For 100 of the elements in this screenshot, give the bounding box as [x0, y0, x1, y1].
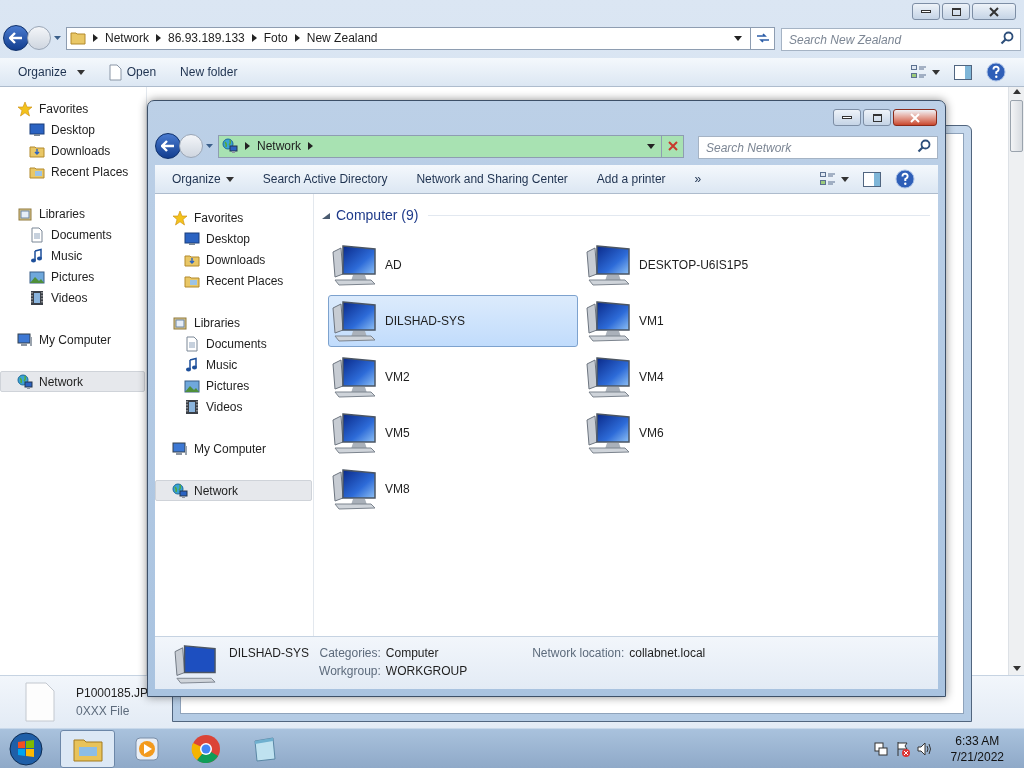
toolbar-button[interactable]: Search Active Directory: [262, 170, 388, 188]
nav-item[interactable]: Favorites: [0, 98, 145, 119]
toolbar-button[interactable]: New folder: [180, 63, 238, 81]
breadcrumb[interactable]: 86.93.189.133: [168, 29, 245, 47]
chevron-icon: [156, 34, 161, 42]
file-type: 0XXX File: [76, 703, 131, 720]
toolbar-button[interactable]: Organize: [172, 170, 234, 188]
property-label: Categories:: [319, 645, 381, 662]
computer-icon: [173, 644, 219, 684]
film-icon: [184, 398, 200, 415]
volume-icon[interactable]: [916, 740, 933, 757]
dropdown-caret-icon[interactable]: [205, 143, 214, 149]
breadcrumb[interactable]: Network: [105, 29, 149, 47]
help-icon[interactable]: [895, 169, 915, 189]
group-heading[interactable]: Computer (9): [336, 205, 419, 226]
dropdown-caret-icon: [76, 69, 85, 75]
nav-item[interactable]: My Computer: [155, 438, 312, 459]
desktop-icon: [184, 230, 200, 247]
clock[interactable]: 6:33 AM 7/21/2022: [950, 732, 1004, 765]
close-button[interactable]: [893, 109, 937, 126]
nav-item[interactable]: My Computer: [0, 329, 145, 350]
search-field[interactable]: Search Network: [698, 136, 938, 159]
view-options-icon[interactable]: [820, 172, 836, 186]
computer-item[interactable]: DILSHAD-SYS: [328, 295, 578, 347]
star-icon: [17, 100, 33, 117]
dropdown-caret-icon[interactable]: [53, 35, 62, 41]
maximize-button[interactable]: [863, 109, 891, 126]
nav-item[interactable]: Desktop: [0, 119, 145, 140]
help-icon[interactable]: [986, 62, 1006, 82]
toolbar-button[interactable]: »: [694, 170, 702, 188]
minimize-button[interactable]: [833, 109, 861, 126]
computer-item[interactable]: VM6: [582, 407, 832, 459]
search-icon: [1000, 30, 1014, 45]
scroll-up-icon[interactable]: [1012, 89, 1021, 94]
computer-icon: [172, 440, 188, 457]
computer-item[interactable]: VM5: [328, 407, 578, 459]
back-button[interactable]: [155, 133, 181, 159]
computer-item[interactable]: VM8: [328, 463, 578, 515]
nav-item[interactable]: Videos: [155, 396, 312, 417]
chevron-icon: [294, 34, 300, 42]
toolbar-button[interactable]: Add a printer: [596, 170, 666, 188]
nav-item[interactable]: Network: [155, 480, 312, 501]
nav-item[interactable]: Videos: [0, 287, 145, 308]
browser-icon: [190, 733, 221, 764]
preview-pane-icon[interactable]: [863, 171, 881, 187]
nav-item[interactable]: Documents: [0, 224, 145, 245]
address-bar[interactable]: Network: [218, 134, 684, 158]
computer-item[interactable]: AD: [328, 239, 578, 291]
computer-icon: [585, 244, 633, 286]
nav-item[interactable]: Recent Places: [155, 270, 312, 291]
computer-item[interactable]: VM4: [582, 351, 832, 403]
nav-item[interactable]: Pictures: [155, 375, 312, 396]
toolbar-button[interactable]: Network and Sharing Center: [416, 170, 568, 188]
windows-logo-icon: [9, 731, 43, 766]
close-icon: [988, 6, 1000, 17]
nav-item[interactable]: Music: [155, 354, 312, 375]
computer-item[interactable]: VM2: [328, 351, 578, 403]
nav-item[interactable]: Downloads: [0, 140, 145, 161]
address-bar[interactable]: Network 86.93.189.133 Foto New Zealand: [66, 26, 775, 50]
action-center-icon[interactable]: [894, 740, 911, 757]
collapse-icon[interactable]: [322, 212, 330, 219]
nav-item[interactable]: Pictures: [0, 266, 145, 287]
start-button[interactable]: [6, 730, 46, 767]
nav-item[interactable]: Libraries: [0, 203, 145, 224]
property-label: Workgroup:: [319, 663, 381, 680]
computer-icon: [585, 300, 633, 342]
taskbar-button[interactable]: [60, 729, 115, 768]
nav-item[interactable]: Recent Places: [0, 161, 145, 182]
refresh-icon[interactable]: [755, 32, 770, 44]
preview-pane-icon[interactable]: [954, 64, 972, 80]
toolbar-button[interactable]: Organize: [18, 63, 85, 81]
breadcrumb[interactable]: Foto: [263, 29, 288, 47]
nav-item[interactable]: Desktop: [155, 228, 312, 249]
file-name: P1000185.JP: [76, 685, 149, 702]
nav-item[interactable]: Favorites: [155, 207, 312, 228]
computer-item[interactable]: VM1: [582, 295, 832, 347]
computer-item[interactable]: DESKTOP-U6IS1P5: [582, 239, 832, 291]
document-icon: [29, 226, 45, 243]
search-field[interactable]: Search New Zealand: [781, 28, 1021, 51]
minimize-button[interactable]: [912, 3, 940, 20]
computer-icon: [585, 356, 633, 398]
restore-button[interactable]: [942, 3, 970, 20]
view-options-icon[interactable]: [911, 65, 927, 79]
nav-item[interactable]: Music: [0, 245, 145, 266]
toolbar-button[interactable]: Open: [108, 63, 157, 81]
network-status-icon[interactable]: [872, 740, 889, 757]
breadcrumb[interactable]: Network: [257, 137, 301, 155]
breadcrumb[interactable]: New Zealand: [306, 29, 378, 47]
back-button[interactable]: [3, 25, 29, 51]
nav-item[interactable]: Downloads: [155, 249, 312, 270]
close-button[interactable]: [972, 3, 1016, 20]
scroll-down-icon[interactable]: [1012, 666, 1021, 671]
nav-item[interactable]: Libraries: [155, 312, 312, 333]
nav-item[interactable]: Network: [0, 371, 145, 392]
computer-icon: [585, 412, 633, 454]
music-note-icon: [29, 247, 45, 264]
scrollbar-thumb[interactable]: [1010, 100, 1023, 152]
nav-item[interactable]: Documents: [155, 333, 312, 354]
dropdown-caret-icon: [225, 176, 234, 182]
stop-icon[interactable]: [666, 140, 679, 152]
